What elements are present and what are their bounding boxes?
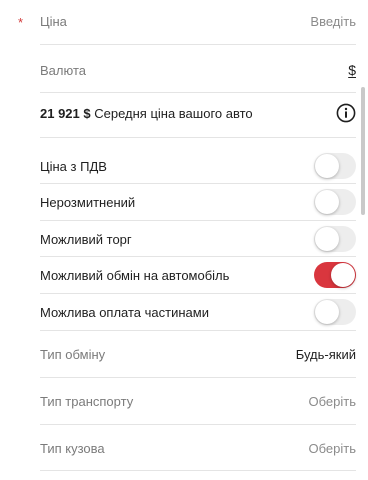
toggle-knob xyxy=(315,227,339,251)
toggle-label: Можлива оплата частинами xyxy=(40,304,209,320)
average-price-value: 21 921 $ xyxy=(40,105,91,121)
toggle-label: Можливий торг xyxy=(40,231,132,247)
currency-row[interactable]: Валюта $ xyxy=(40,58,356,82)
select-row-transport-type[interactable]: Тип транспорту Оберіть xyxy=(40,389,356,413)
divider xyxy=(40,44,356,45)
divider xyxy=(40,470,356,471)
divider xyxy=(40,293,356,294)
toggle-knob xyxy=(315,300,339,324)
price-row[interactable]: Ціна Введіть xyxy=(40,10,356,32)
average-price-row: 21 921 $ Середня ціна вашого авто xyxy=(40,101,356,125)
installments-toggle[interactable] xyxy=(314,299,356,325)
uncleared-toggle[interactable] xyxy=(314,189,356,215)
toggle-knob xyxy=(331,263,355,287)
select-row-body-type[interactable]: Тип кузова Оберіть xyxy=(40,436,356,460)
divider xyxy=(40,220,356,221)
toggle-row-vat[interactable]: Ціна з ПДВ xyxy=(40,153,356,179)
divider xyxy=(40,256,356,257)
vat-toggle[interactable] xyxy=(314,153,356,179)
divider xyxy=(40,377,356,378)
required-asterisk: * xyxy=(18,15,24,30)
select-label: Тип транспорту xyxy=(40,393,134,409)
toggle-label: Можливий обмін на автомобіль xyxy=(40,267,230,283)
toggle-row-bargain[interactable]: Можливий торг xyxy=(40,226,356,252)
scrollbar[interactable] xyxy=(361,87,365,215)
toggle-knob xyxy=(315,154,339,178)
average-price-text: 21 921 $ Середня ціна вашого авто xyxy=(40,106,253,121)
toggle-label: Нерозмитнений xyxy=(40,194,136,210)
info-icon[interactable] xyxy=(336,103,356,123)
select-label: Тип кузова xyxy=(40,440,105,456)
price-label: Ціна xyxy=(40,13,67,29)
toggle-row-uncleared[interactable]: Нерозмитнений xyxy=(40,189,356,215)
body-type-select[interactable]: Оберіть xyxy=(309,441,357,456)
currency-selector[interactable]: $ xyxy=(348,62,356,78)
transport-type-select[interactable]: Оберіть xyxy=(309,394,357,409)
divider xyxy=(40,137,356,138)
toggle-row-installments[interactable]: Можлива оплата частинами xyxy=(40,299,356,325)
bargain-toggle[interactable] xyxy=(314,226,356,252)
select-label: Тип обміну xyxy=(40,346,106,362)
price-input[interactable]: Введіть xyxy=(310,14,356,29)
toggle-knob xyxy=(315,190,339,214)
exchange-toggle[interactable] xyxy=(314,262,356,288)
divider xyxy=(40,92,356,93)
average-price-caption: Середня ціна вашого авто xyxy=(94,105,253,121)
toggle-label: Ціна з ПДВ xyxy=(40,158,107,174)
divider xyxy=(40,424,356,425)
currency-label: Валюта xyxy=(40,62,86,78)
divider xyxy=(40,330,356,331)
divider xyxy=(40,183,356,184)
toggle-row-exchange[interactable]: Можливий обмін на автомобіль xyxy=(40,262,356,288)
exchange-type-select[interactable]: Будь-який xyxy=(296,347,356,362)
select-row-exchange-type[interactable]: Тип обміну Будь-який xyxy=(40,342,356,366)
